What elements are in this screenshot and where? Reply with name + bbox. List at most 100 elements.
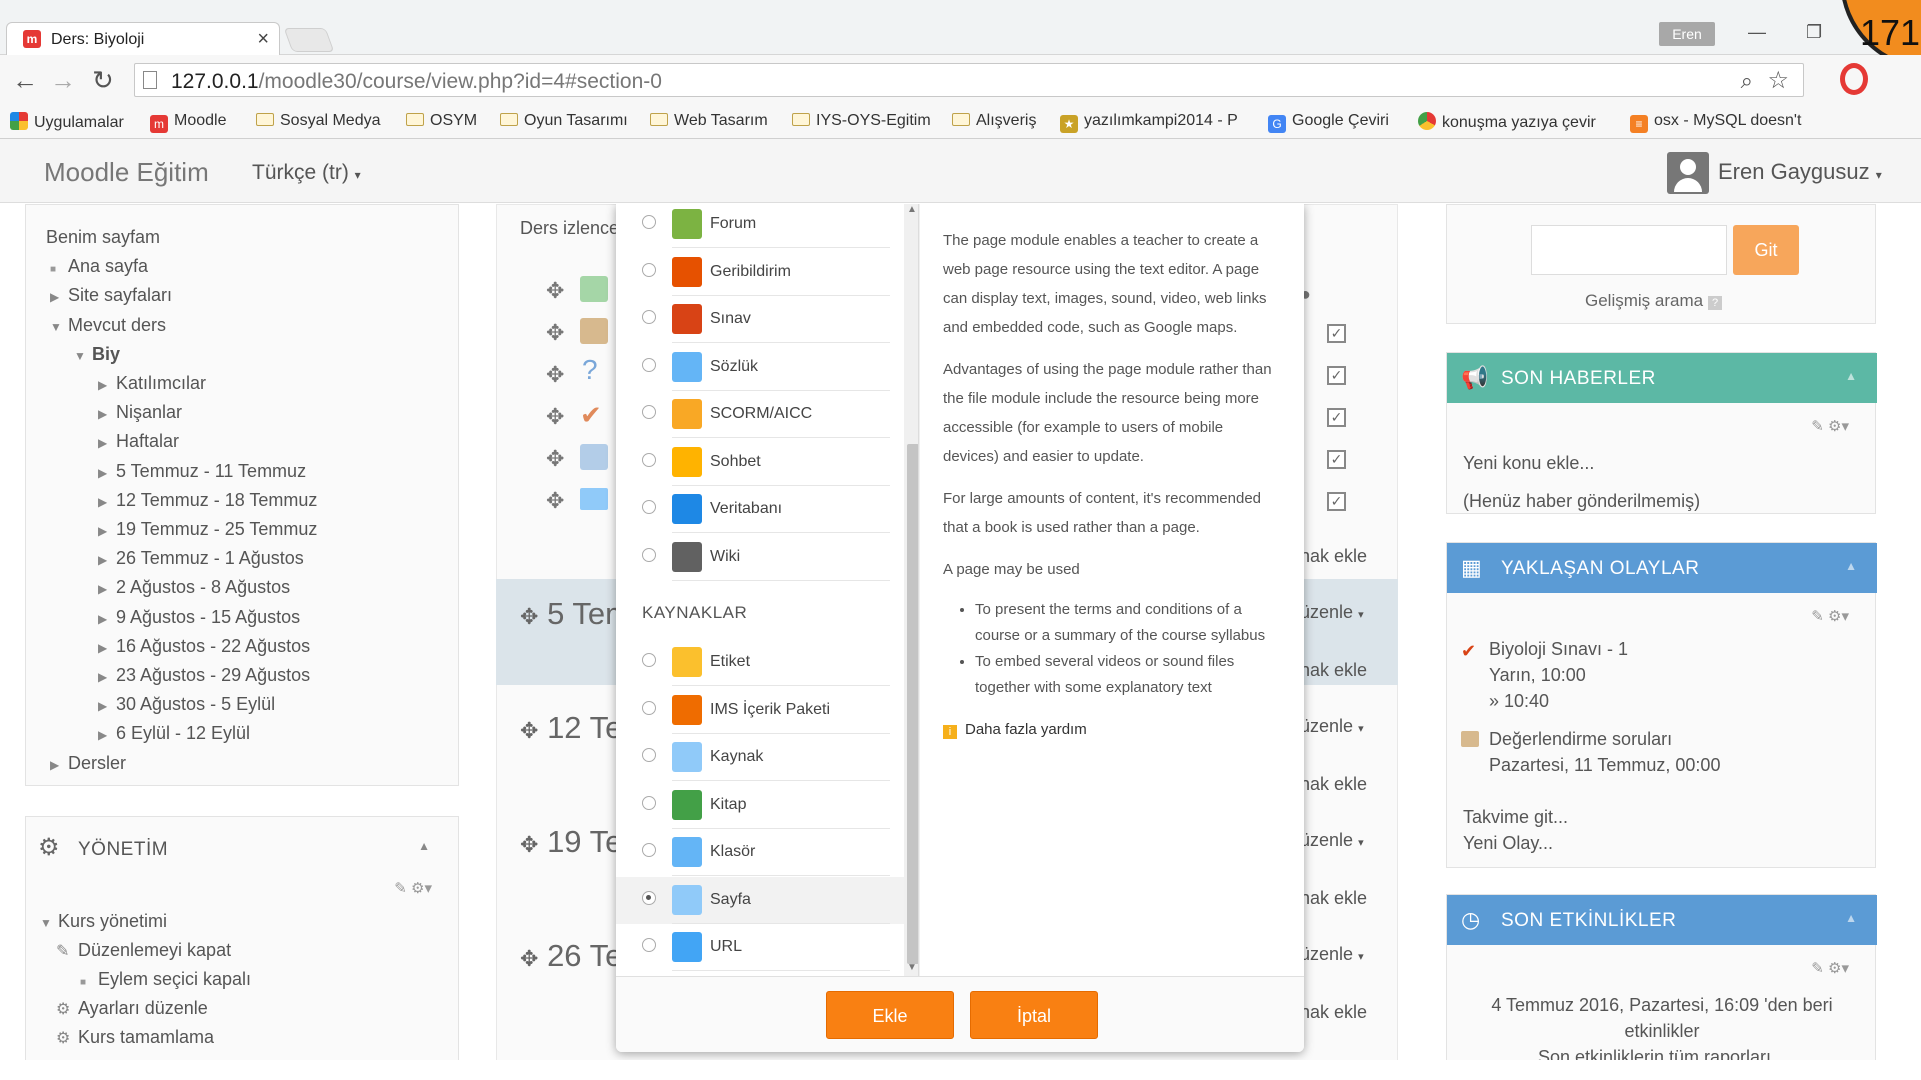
bookmark-folder[interactable]: Sosyal Medya bbox=[256, 112, 381, 130]
completion-checkbox[interactable]: ✓ bbox=[1327, 450, 1346, 469]
browser-profile-chip[interactable]: Eren bbox=[1659, 22, 1715, 46]
forward-arrow-icon[interactable]: → bbox=[50, 65, 76, 96]
block-tools-icon[interactable]: ✎ ⚙▾ bbox=[1811, 417, 1849, 435]
go-to-calendar-link[interactable]: Takvime git... bbox=[1463, 807, 1568, 828]
admin-tree-item[interactable]: ✎ Düzenlemeyi kapat bbox=[56, 940, 231, 961]
scroll-down-icon[interactable]: ▼ bbox=[907, 962, 917, 973]
module-option[interactable]: Klasör bbox=[616, 829, 904, 876]
collapse-caret-icon[interactable]: ▲ bbox=[1845, 559, 1857, 573]
url-input[interactable]: 127.0.0.1/moodle30/course/view.php?id=4#… bbox=[134, 63, 1804, 97]
nav-tree-item[interactable]: ▶ 23 Ağustos - 29 Ağustos bbox=[98, 665, 310, 686]
module-radio[interactable] bbox=[642, 357, 656, 372]
nav-tree-item[interactable]: ▶ 2 Ağustos - 8 Ağustos bbox=[98, 577, 290, 598]
browser-tab-active[interactable]: m Ders: Biyoloji × bbox=[6, 22, 280, 55]
bookmark-folder[interactable]: Oyun Tasarımı bbox=[500, 112, 628, 130]
add-activity-link[interactable]: nak ekle bbox=[1300, 774, 1367, 795]
admin-tree-item[interactable]: ■ Eylem seçici kapalı bbox=[80, 969, 251, 990]
more-help-link[interactable]: i Daha fazla yardım bbox=[943, 715, 1280, 744]
bookmark-yazilimkampi[interactable]: ★ yazılımkampi2014 - P bbox=[1060, 112, 1238, 133]
add-activity-link[interactable]: nak ekle bbox=[1300, 1002, 1367, 1023]
module-radio[interactable] bbox=[642, 500, 656, 514]
collapse-caret-icon[interactable]: ▲ bbox=[1845, 369, 1857, 383]
nav-tree-item[interactable]: ▶ 16 Ağustos - 22 Ağustos bbox=[98, 636, 310, 657]
nav-tree-item[interactable]: ▶ Haftalar bbox=[98, 431, 179, 452]
nav-tree-item[interactable]: ▶ Dersler bbox=[50, 753, 126, 774]
user-menu[interactable]: Eren Gaygusuz ▾ bbox=[1718, 159, 1882, 185]
section-title-1[interactable]: ✥ 5 Tem bbox=[520, 596, 631, 632]
move-icon[interactable]: ✥ bbox=[546, 320, 564, 346]
module-radio[interactable] bbox=[642, 890, 656, 905]
event-title-link[interactable]: Değerlendirme soruları bbox=[1489, 729, 1672, 750]
nav-tree-item[interactable]: ▶ 26 Temmuz - 1 Ağustos bbox=[98, 548, 304, 569]
restore-icon[interactable]: ❐ bbox=[1806, 22, 1822, 43]
move-icon[interactable]: ✥ bbox=[546, 362, 564, 388]
edit-menu[interactable]: üzenle ▾ bbox=[1300, 602, 1364, 623]
add-activity-link[interactable]: nak ekle bbox=[1300, 888, 1367, 909]
zoom-magnifier-icon[interactable]: ⌕ bbox=[1741, 68, 1753, 94]
nav-tree-item[interactable]: ▶ Nişanlar bbox=[98, 402, 182, 423]
bookmark-star-icon[interactable]: ☆ bbox=[1767, 66, 1789, 95]
block-tools-icon[interactable]: ✎ ⚙▾ bbox=[394, 879, 432, 897]
module-radio[interactable] bbox=[642, 938, 656, 952]
module-radio[interactable] bbox=[642, 547, 656, 562]
nav-tree-item[interactable]: ▶ 6 Eylül - 12 Eylül bbox=[98, 723, 250, 744]
move-icon[interactable]: ✥ bbox=[546, 488, 564, 514]
bookmark-konusma[interactable]: konuşma yazıya çevir bbox=[1418, 112, 1596, 132]
bookmark-folder[interactable]: Web Tasarım bbox=[650, 112, 768, 130]
bookmark-stackoverflow[interactable]: ≡ osx - MySQL doesn't bbox=[1630, 112, 1801, 133]
module-option[interactable]: Etiket bbox=[616, 639, 904, 686]
module-option[interactable]: Veritabanı bbox=[616, 486, 904, 533]
site-brand[interactable]: Moodle Eğitim bbox=[44, 157, 209, 188]
module-radio[interactable] bbox=[642, 653, 656, 667]
new-event-link[interactable]: Yeni Olay... bbox=[1463, 833, 1553, 854]
admin-tree-item[interactable]: ⚙ Ayarları düzenle bbox=[56, 998, 208, 1019]
help-icon[interactable]: ? bbox=[1708, 296, 1723, 310]
completion-checkbox[interactable]: ✓ bbox=[1327, 324, 1346, 343]
add-news-topic-link[interactable]: Yeni konu ekle... bbox=[1463, 453, 1594, 474]
advanced-search-link[interactable]: Gelişmiş arama? bbox=[1585, 291, 1723, 311]
bookmark-google-translate[interactable]: G Google Çeviri bbox=[1268, 112, 1389, 133]
nav-tree-item[interactable]: ▶ Katılımcılar bbox=[98, 373, 206, 394]
nav-tree-item[interactable]: ▶ 12 Temmuz - 18 Temmuz bbox=[98, 490, 317, 511]
reload-icon[interactable]: ↻ bbox=[92, 65, 114, 96]
nav-tree-item[interactable]: ▶ 19 Temmuz - 25 Temmuz bbox=[98, 519, 317, 540]
module-radio[interactable] bbox=[642, 405, 656, 419]
module-option[interactable]: Kaynak bbox=[616, 734, 904, 781]
page-info-icon[interactable] bbox=[143, 71, 157, 89]
module-option[interactable]: SCORM/AICC bbox=[616, 391, 904, 438]
module-option[interactable]: Sayfa bbox=[616, 876, 904, 924]
bookmark-folder[interactable]: Alışveriş bbox=[952, 112, 1036, 130]
completion-checkbox[interactable]: ✓ bbox=[1327, 408, 1346, 427]
module-option[interactable]: Sınav bbox=[616, 296, 904, 343]
user-avatar[interactable] bbox=[1667, 152, 1709, 194]
full-report-link[interactable]: Son etkinliklerin tüm raporları... bbox=[1447, 1047, 1877, 1060]
minimize-icon[interactable]: — bbox=[1748, 22, 1766, 43]
tab-close-icon[interactable]: × bbox=[257, 28, 269, 51]
collapse-caret-icon[interactable]: ▲ bbox=[418, 839, 430, 853]
event-title-link[interactable]: Biyoloji Sınavı - 1 bbox=[1489, 639, 1628, 660]
module-option[interactable]: Sözlük bbox=[616, 344, 904, 391]
completion-checkbox[interactable]: ✓ bbox=[1327, 366, 1346, 385]
bookmark-folder[interactable]: IYS-OYS-Egitim bbox=[792, 112, 931, 130]
admin-tree-item[interactable]: ⚙ Kurs tamamlama bbox=[56, 1027, 214, 1048]
nav-tree-item[interactable]: ▶ 30 Ağustos - 5 Eylül bbox=[98, 694, 275, 715]
search-go-button[interactable]: Git bbox=[1733, 225, 1799, 275]
module-option[interactable]: Wiki bbox=[616, 534, 904, 581]
edit-menu[interactable]: üzenle ▾ bbox=[1300, 830, 1364, 851]
move-icon[interactable]: ✥ bbox=[546, 404, 564, 430]
edit-menu[interactable]: üzenle ▾ bbox=[1300, 944, 1364, 965]
collapse-caret-icon[interactable]: ▲ bbox=[1845, 911, 1857, 925]
nav-tree-item[interactable]: ▶ 5 Temmuz - 11 Temmuz bbox=[98, 461, 306, 482]
module-radio[interactable] bbox=[642, 262, 656, 277]
module-radio[interactable] bbox=[642, 748, 656, 762]
admin-tree-item[interactable]: ▼ Kurs yönetimi bbox=[40, 911, 167, 932]
module-radio[interactable] bbox=[642, 452, 656, 467]
bookmark-folder[interactable]: OSYM bbox=[406, 112, 477, 130]
module-option[interactable]: Sohbet bbox=[616, 439, 904, 486]
block-tools-icon[interactable]: ✎ ⚙▾ bbox=[1811, 607, 1849, 625]
search-input[interactable] bbox=[1531, 225, 1727, 275]
module-option[interactable]: Forum bbox=[616, 204, 904, 248]
bookmark-moodle[interactable]: m Moodle bbox=[150, 112, 226, 133]
edit-menu[interactable]: üzenle ▾ bbox=[1300, 716, 1364, 737]
module-option[interactable]: Geribildirim bbox=[616, 249, 904, 296]
